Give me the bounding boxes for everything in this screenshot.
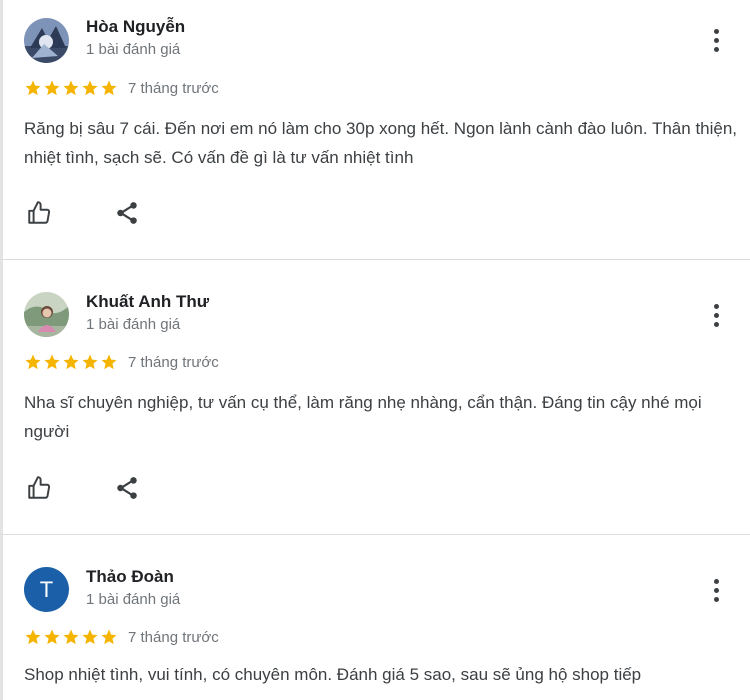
reviewer-name[interactable]: Khuất Anh Thư	[86, 292, 209, 312]
star-icon	[44, 629, 60, 645]
thumbs-up-icon[interactable]	[24, 473, 54, 503]
review-text: Nha sĩ chuyên nghiệp, tư vấn cụ thể, làm…	[24, 393, 702, 441]
review-card: Hòa Nguyễn 1 bài đánh giá 7 tháng trước …	[0, 0, 750, 259]
reviewer-name[interactable]: Hòa Nguyễn	[86, 17, 185, 37]
star-icon	[44, 354, 60, 370]
star-icon	[101, 80, 117, 96]
review-card: Khuất Anh Thư 1 bài đánh giá 7 tháng trư…	[0, 260, 750, 534]
star-rating	[24, 353, 118, 371]
review-time: 7 tháng trước	[128, 628, 219, 646]
share-icon[interactable]	[112, 473, 142, 503]
avatar[interactable]	[24, 18, 69, 63]
share-icon[interactable]	[112, 198, 142, 228]
review-text: Răng bị sâu 7 cái. Đến nơi em nó làm cho…	[24, 119, 738, 167]
star-rating	[24, 79, 118, 97]
star-icon	[63, 629, 79, 645]
review-count: 1 bài đánh giá	[86, 591, 181, 608]
star-icon	[63, 354, 79, 370]
star-rating	[24, 628, 118, 646]
more-vert-icon[interactable]	[704, 575, 728, 605]
review-card: T Thảo Đoàn 1 bài đánh giá 7 tháng trước…	[0, 535, 750, 700]
avatar[interactable]: T	[24, 567, 69, 612]
more-vert-icon[interactable]	[704, 25, 728, 55]
more-vert-icon[interactable]	[704, 300, 728, 330]
review-time: 7 tháng trước	[128, 353, 219, 371]
star-icon	[82, 354, 98, 370]
reviewer-name[interactable]: Thảo Đoàn	[86, 567, 174, 587]
star-icon	[101, 629, 117, 645]
star-icon	[25, 629, 41, 645]
thumbs-up-icon[interactable]	[24, 198, 54, 228]
rating-row: 7 tháng trước	[24, 626, 219, 648]
star-icon	[101, 354, 117, 370]
star-icon	[25, 354, 41, 370]
star-icon	[82, 629, 98, 645]
review-count: 1 bài đánh giá	[86, 316, 181, 333]
star-icon	[82, 80, 98, 96]
rating-row: 7 tháng trước	[24, 77, 219, 99]
star-icon	[44, 80, 60, 96]
star-icon	[63, 80, 79, 96]
review-time: 7 tháng trước	[128, 79, 219, 97]
avatar[interactable]	[24, 292, 69, 337]
star-icon	[25, 80, 41, 96]
review-text: Shop nhiệt tình, vui tính, có chuyên môn…	[24, 665, 642, 684]
rating-row: 7 tháng trước	[24, 351, 219, 373]
review-count: 1 bài đánh giá	[86, 41, 181, 58]
